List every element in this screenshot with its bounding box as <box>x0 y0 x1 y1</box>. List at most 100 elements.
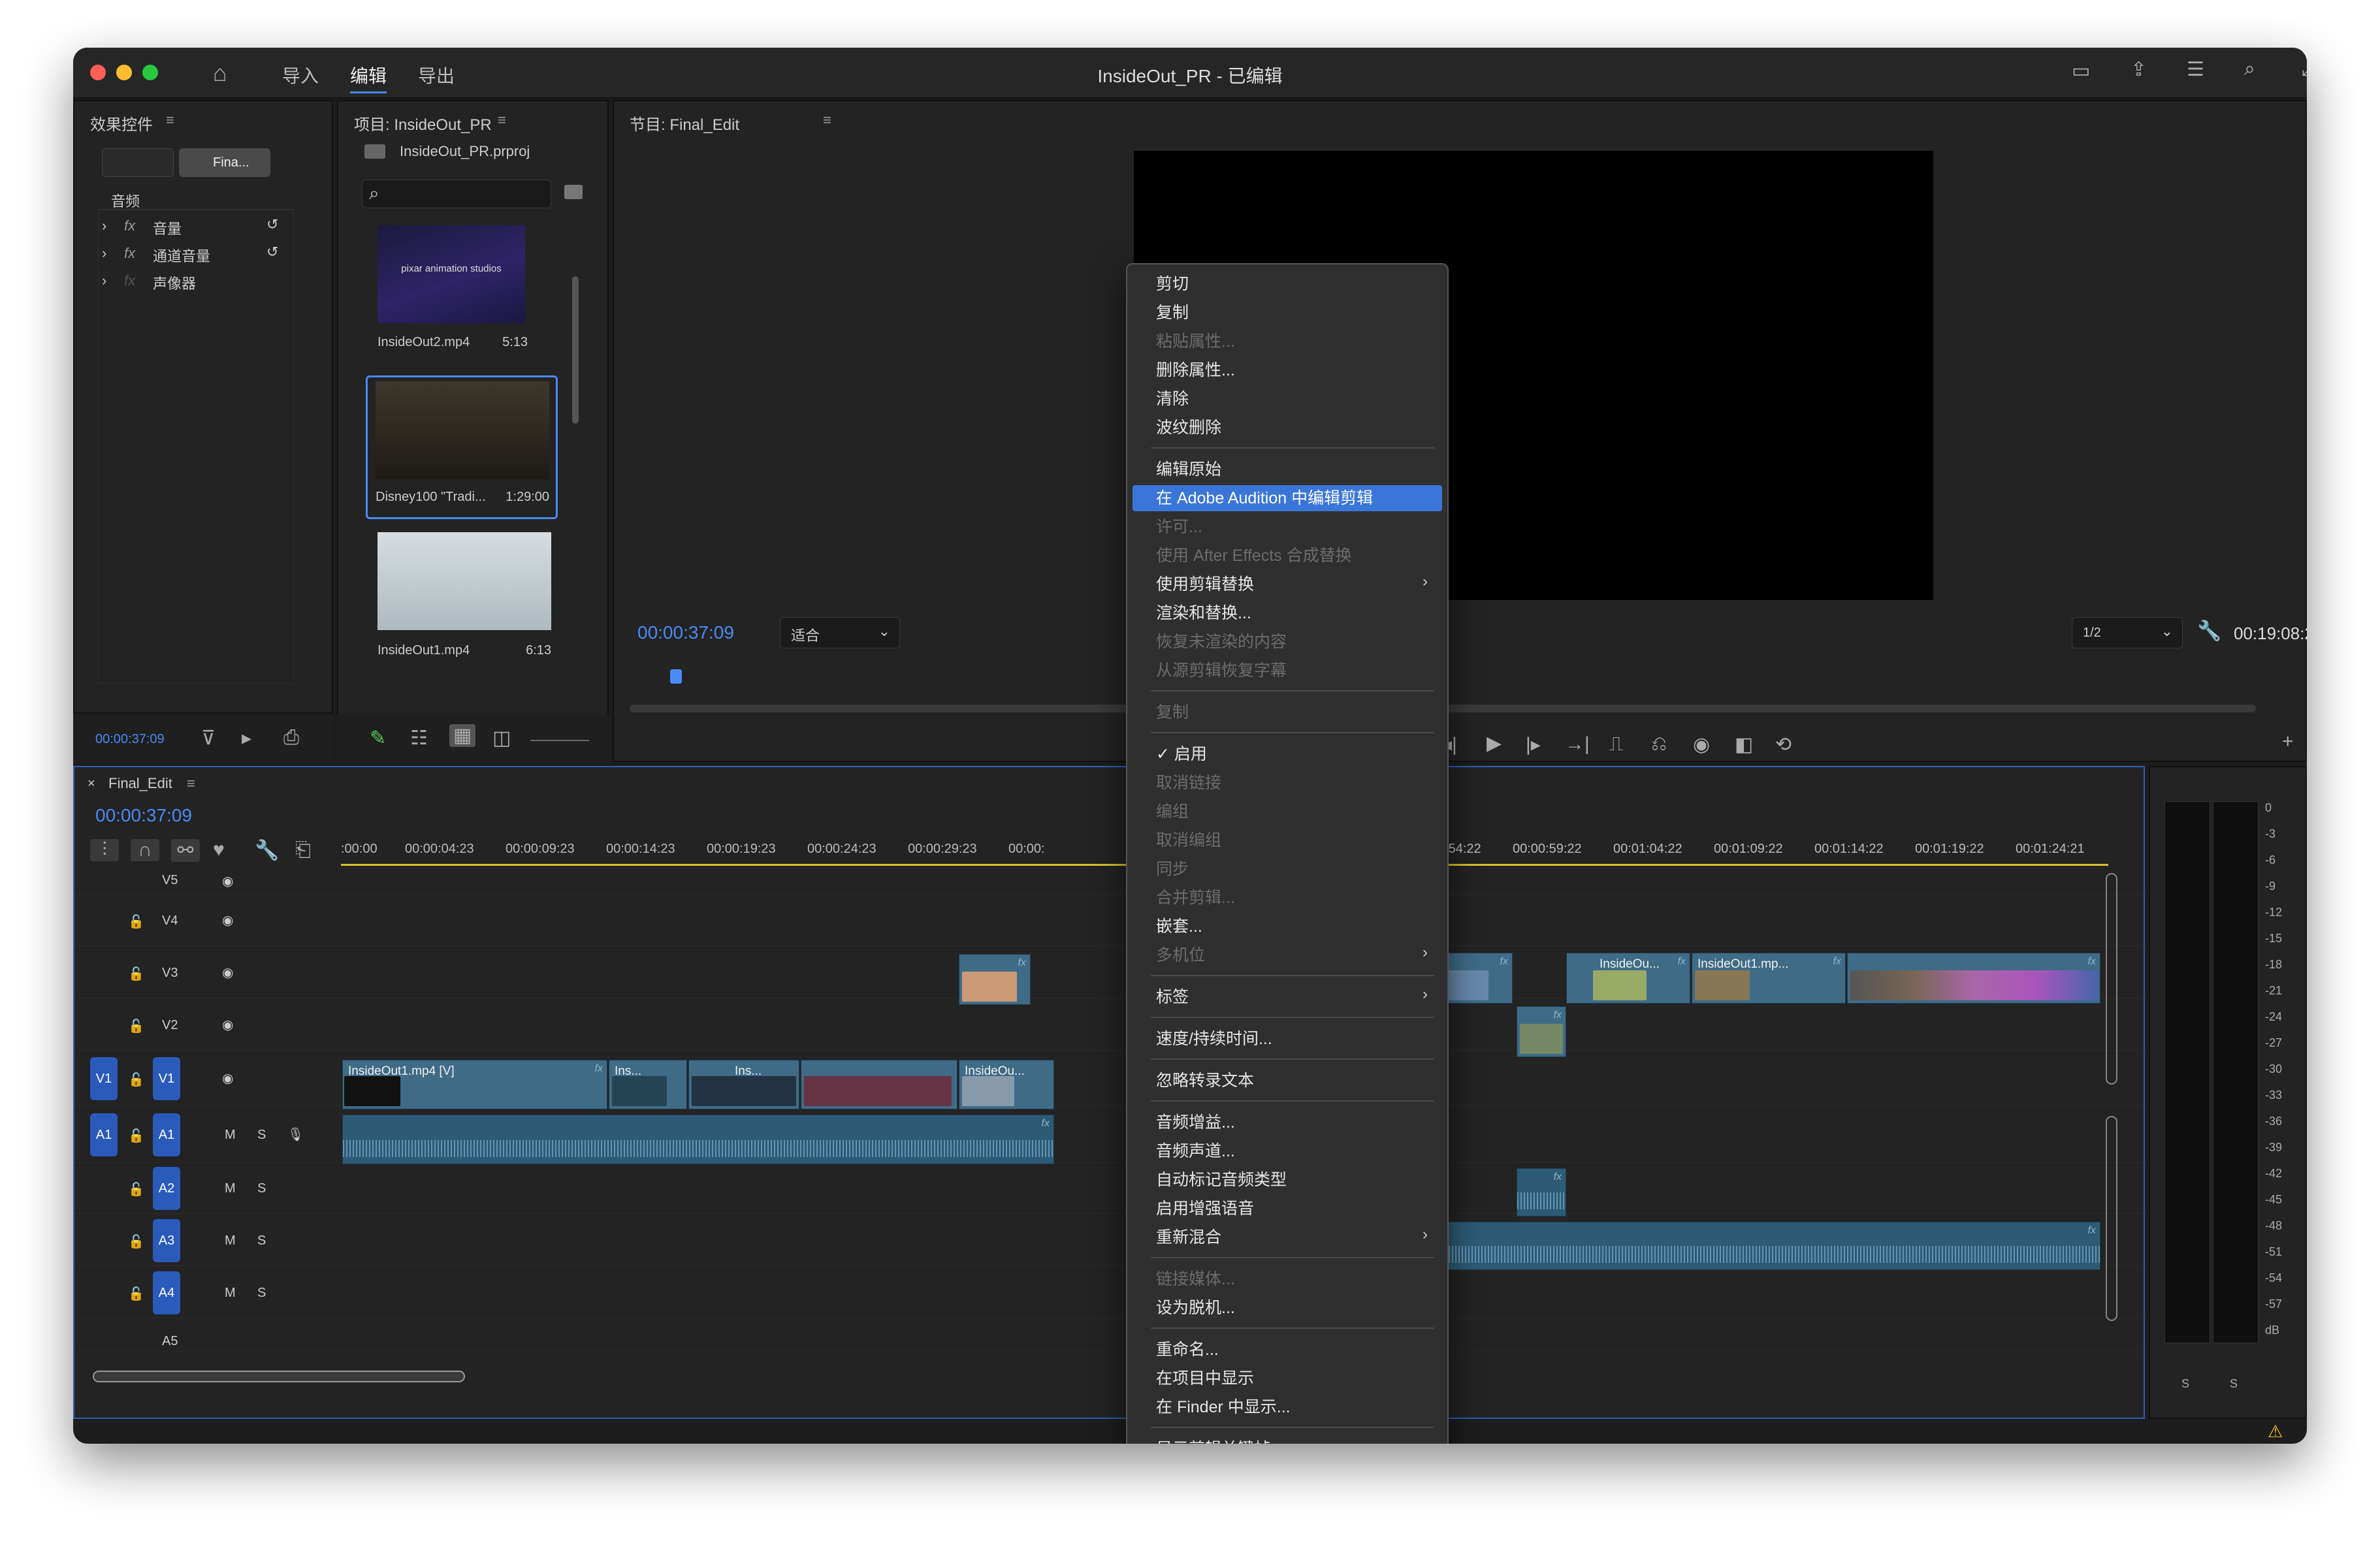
panel-menu-icon[interactable]: ≡ <box>823 112 831 129</box>
menu-item[interactable]: 自动标记音频类型 <box>1156 1167 1287 1193</box>
menu-item[interactable]: 在项目中显示 <box>1156 1365 1254 1391</box>
track-target-a1[interactable]: A1 <box>153 1113 180 1156</box>
solo-left-button[interactable]: S <box>2181 1377 2189 1391</box>
share-icon[interactable]: ⇪ <box>2131 58 2147 81</box>
mute-button[interactable]: M <box>225 1233 236 1248</box>
fullscreen-icon[interactable]: ⤢ <box>2302 58 2307 80</box>
solo-button[interactable]: S <box>257 1286 266 1301</box>
lock-icon[interactable]: 🔓 <box>128 1181 144 1198</box>
microphone-icon[interactable]: 🎙 <box>287 1126 304 1143</box>
clip-v3-insideout1[interactable]: InsideOut1.mp... fx <box>1692 953 1846 1004</box>
clip-a3-right[interactable]: fx <box>1445 1222 2100 1270</box>
wrench-icon[interactable]: 🔧 <box>2197 620 2221 643</box>
menu-item[interactable]: 启用增强语音 <box>1156 1196 1254 1222</box>
freeform-view-icon[interactable]: ◫ <box>492 727 511 750</box>
proxy-icon[interactable]: ⟲ <box>1775 733 1792 756</box>
settings-wrench-icon[interactable]: 🔧 <box>255 839 279 862</box>
nest-toggle-icon[interactable]: ⫶ <box>90 839 119 861</box>
warning-icon[interactable]: ⚠ <box>2268 1422 2283 1442</box>
eye-icon[interactable]: ◉ <box>222 873 233 889</box>
scrollbar[interactable] <box>572 276 579 424</box>
source-clip-dropdown[interactable] <box>102 148 174 177</box>
new-bin-icon[interactable] <box>564 185 583 199</box>
lock-icon[interactable]: 🔓 <box>128 1128 144 1144</box>
clip-v2-right[interactable]: fx <box>1517 1006 1566 1057</box>
mute-button[interactable]: M <box>225 1128 236 1143</box>
media-item-selected[interactable]: Disney100 "Tradi... 1:29:00 <box>366 375 558 519</box>
sequence-clip-tab[interactable]: Fina... <box>179 148 270 177</box>
snap-magnet-icon[interactable]: ∩ <box>131 839 159 861</box>
timeline-timecode[interactable]: 00:00:37:09 <box>95 805 192 826</box>
menu-item[interactable]: 在 Adobe Audition 中编辑剪辑 <box>1133 485 1442 511</box>
clip-v3-right-b[interactable]: fx <box>1847 953 2100 1004</box>
menu-item[interactable]: 速度/持续时间... <box>1156 1026 1272 1052</box>
menu-item[interactable]: 重新混合 <box>1156 1224 1221 1250</box>
clip-v3-a[interactable]: fx <box>959 954 1031 1005</box>
lock-icon[interactable]: 🔓 <box>128 1233 144 1250</box>
extract-icon[interactable]: ⎌ <box>1651 733 1667 755</box>
menu-item[interactable]: 标签 <box>1156 984 1189 1010</box>
solo-button[interactable]: S <box>257 1181 266 1196</box>
play-icon[interactable]: ▶ <box>1487 732 1502 755</box>
list-view-icon[interactable]: ☷ <box>410 727 428 750</box>
fit-dropdown[interactable]: 适合 ⌄ <box>780 617 900 648</box>
menu-item[interactable]: 显示剪辑关键帧 <box>1156 1436 1270 1444</box>
lock-icon[interactable]: 🔓 <box>128 1286 144 1302</box>
mute-button[interactable]: M <box>225 1286 236 1301</box>
track-target-a2[interactable]: A2 <box>153 1167 180 1210</box>
close-tab-icon[interactable]: × <box>88 776 95 791</box>
step-forward-icon[interactable]: |▸ <box>1526 733 1541 756</box>
go-to-out-icon[interactable]: →| <box>1565 733 1590 755</box>
lock-icon[interactable]: 🔓 <box>128 1072 144 1088</box>
filter-icon[interactable]: ⊽ <box>201 727 216 750</box>
lock-icon[interactable]: 🔓 <box>128 913 144 930</box>
solo-button[interactable]: S <box>257 1128 266 1143</box>
clip-v1-b[interactable]: Ins... <box>609 1060 687 1109</box>
solo-button[interactable]: S <box>257 1233 266 1248</box>
clip-a1-audio[interactable]: fx <box>342 1115 1054 1164</box>
search-icon[interactable]: ⌕ <box>2244 58 2255 80</box>
zoom-slider[interactable] <box>530 740 589 741</box>
vertical-scrollbar-audio[interactable] <box>2106 1116 2117 1321</box>
captions-icon[interactable]: ⎗ <box>295 839 311 861</box>
menu-item[interactable]: 渲染和替换... <box>1156 600 1251 626</box>
icon-view-icon[interactable]: ▦ <box>449 724 475 747</box>
track-target-a4[interactable]: A4 <box>153 1271 180 1314</box>
panel-menu-icon[interactable]: ≡ <box>187 775 195 792</box>
menu-item[interactable]: ✓ 启用 <box>1156 741 1207 767</box>
menu-item[interactable]: 设为脱机... <box>1156 1295 1235 1321</box>
menu-item[interactable]: 嵌套... <box>1156 913 1202 940</box>
playhead-timecode[interactable]: 00:00:37:09 <box>637 622 734 643</box>
linked-selection-icon[interactable]: ⚯ <box>171 839 200 862</box>
search-input[interactable]: ⌕ <box>362 180 551 208</box>
compare-icon[interactable]: ◧ <box>1735 733 1753 756</box>
menu-item[interactable]: 剪切 <box>1156 271 1189 297</box>
media-item[interactable]: InsideOut1.mp4 6:13 <box>366 528 551 672</box>
media-item[interactable]: pixar animation studios InsideOut2.mp4 5… <box>366 221 538 365</box>
menu-item[interactable]: 音频增益... <box>1156 1109 1235 1136</box>
panel-layout-icon[interactable]: ▭ <box>2072 59 2090 82</box>
panel-menu-icon[interactable]: ≡ <box>498 112 506 129</box>
mute-button[interactable]: M <box>225 1181 236 1196</box>
add-marker-icon[interactable]: ♥ <box>213 839 225 861</box>
clip-a2-right[interactable]: fx <box>1517 1168 1566 1216</box>
eye-icon[interactable]: ◉ <box>222 1017 233 1033</box>
menu-item[interactable]: 编辑原始 <box>1156 456 1221 483</box>
pencil-icon[interactable]: ✎ <box>370 727 386 750</box>
effect-timecode-footer[interactable]: 00:00:37:09 <box>95 732 165 747</box>
source-patch-v1[interactable]: V1 <box>90 1057 118 1100</box>
menu-item[interactable]: 在 Finder 中显示... <box>1156 1394 1291 1420</box>
panel-menu-icon[interactable]: ≡ <box>166 112 174 129</box>
timeline-tab[interactable]: Final_Edit <box>108 775 172 792</box>
menu-item[interactable]: 删除属性... <box>1156 357 1235 383</box>
lift-icon[interactable]: ⎍ <box>1609 733 1623 755</box>
progress-list-icon[interactable]: ☰ <box>2187 58 2204 81</box>
vertical-scrollbar[interactable] <box>2106 873 2117 1085</box>
track-target-a3[interactable]: A3 <box>153 1219 180 1262</box>
camera-icon[interactable]: ◉ <box>1693 733 1710 756</box>
play-audio-icon[interactable]: ▸ <box>242 727 251 750</box>
horizontal-zoom-scrollbar[interactable] <box>93 1371 465 1382</box>
add-button-icon[interactable]: + <box>2282 731 2294 753</box>
menu-item[interactable]: 重命名... <box>1156 1337 1219 1363</box>
export-icon[interactable]: ⎙ <box>283 727 299 749</box>
